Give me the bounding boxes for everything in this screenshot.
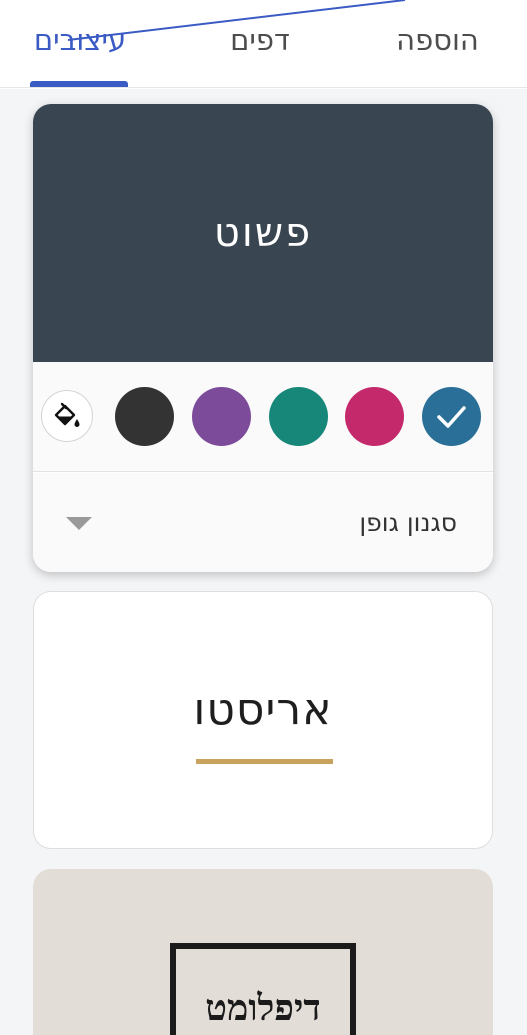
theme-title-aristo: אריסטו <box>193 684 333 735</box>
color-swatch-black[interactable] <box>115 387 174 446</box>
theme-title-simple: פשוט <box>213 210 313 256</box>
theme-card-diplomat[interactable]: דיפלומט <box>33 869 493 1035</box>
tab-add[interactable]: הוספה <box>380 18 495 62</box>
theme-frame-diplomat: דיפלומט <box>170 943 356 1035</box>
theme-accent-underline <box>196 759 333 764</box>
color-swatch-row <box>33 362 493 472</box>
color-swatch-blue[interactable] <box>422 387 481 446</box>
tab-designs[interactable]: עיצובים <box>10 18 150 62</box>
tab-bar: הוספה דפים עיצובים <box>0 0 527 88</box>
tab-pages[interactable]: דפים <box>205 18 315 62</box>
paint-bucket-icon <box>54 402 80 427</box>
color-swatch-purple[interactable] <box>192 387 251 446</box>
theme-editor-panel: הוספה דפים עיצובים פשוט סגנון גופן אריסט… <box>0 0 527 1035</box>
theme-preview-simple[interactable]: פשוט <box>33 104 493 362</box>
theme-card-simple[interactable]: פשוט סגנון גופן <box>33 104 493 572</box>
themes-list: פשוט סגנון גופן אריסטו דיפלומט <box>0 89 527 1035</box>
theme-title-diplomat: דיפלומט <box>205 987 321 1029</box>
active-tab-indicator <box>30 81 128 87</box>
font-style-dropdown[interactable]: סגנון גופן <box>33 473 493 572</box>
font-style-label: סגנון גופן <box>359 508 457 537</box>
color-swatch-green[interactable] <box>269 387 328 446</box>
caret-down-icon <box>66 517 92 530</box>
color-swatch-magenta[interactable] <box>345 387 404 446</box>
theme-card-aristo[interactable]: אריסטו <box>33 591 493 849</box>
custom-color-button[interactable] <box>41 390 93 442</box>
